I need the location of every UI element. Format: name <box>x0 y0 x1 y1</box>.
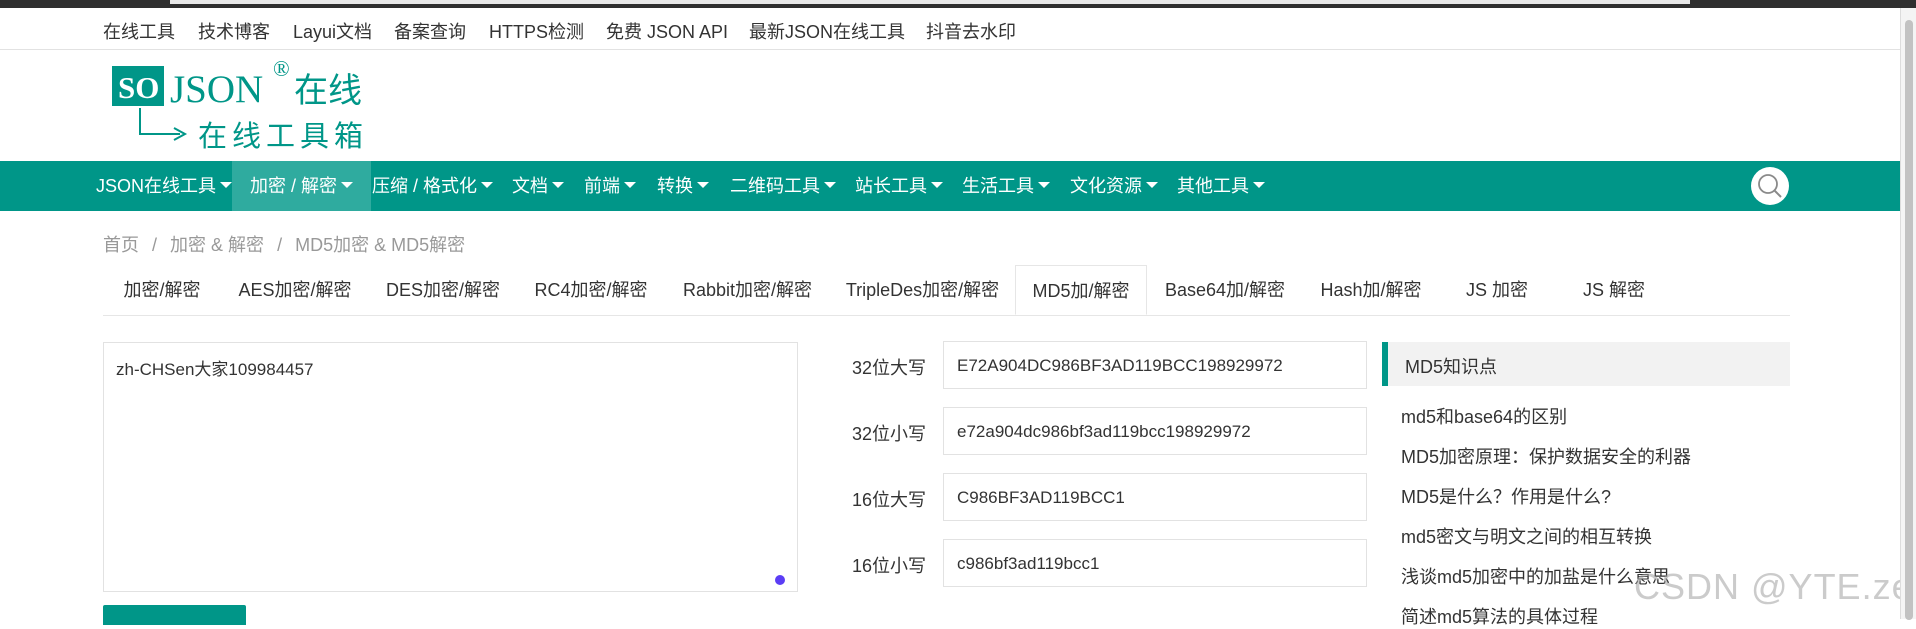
caret-down-icon <box>220 182 233 189</box>
sidebar-title: MD5知识点 <box>1405 357 1498 377</box>
nav-convert[interactable]: 转换 <box>657 161 709 211</box>
logo-name-text: JSON <box>170 68 263 111</box>
top-link-free-json-api[interactable]: 免费 JSON API <box>606 18 728 44</box>
caret-down-icon <box>1146 182 1158 189</box>
tab-base64[interactable]: Base64加/解密 <box>1147 265 1303 315</box>
top-link-tech-blog[interactable]: 技术博客 <box>198 18 270 44</box>
result-16-lower-value: c986bf3ad119bcc1 <box>957 554 1100 573</box>
tab-des[interactable]: DES加密/解密 <box>369 265 517 315</box>
top-link-online-tools[interactable]: 在线工具 <box>103 18 175 44</box>
top-link-https-check[interactable]: HTTPS检测 <box>489 18 584 44</box>
tab-aes[interactable]: AES加密/解密 <box>221 265 369 315</box>
tab-tripledes[interactable]: TripleDes加密/解密 <box>830 265 1015 315</box>
nav-life-tools[interactable]: 生活工具 <box>962 161 1050 211</box>
logo-badge-text: SO <box>118 70 159 105</box>
sidebar-link-md5-vs-base64[interactable]: md5和base64的区别 <box>1401 403 1567 429</box>
label-16-lower: 16位小写 <box>852 556 927 576</box>
caret-down-icon <box>697 182 709 189</box>
top-link-layui-docs[interactable]: Layui文档 <box>293 18 372 44</box>
nav-qrcode-tools[interactable]: 二维码工具 <box>730 161 836 211</box>
caret-down-icon <box>624 182 636 189</box>
search-icon <box>1758 174 1782 198</box>
caret-down-icon <box>931 182 943 189</box>
tool-tabs: 加密/解密 AES加密/解密 DES加密/解密 RC4加密/解密 Rabbit加… <box>103 265 1790 316</box>
result-16-upper-value: C986BF3AD119BCC1 <box>957 488 1125 507</box>
label-32-upper: 32位大写 <box>852 358 927 378</box>
logo-registered-mark: ® <box>273 58 290 81</box>
breadcrumb: 首页 / 加密 & 解密 / MD5加密 & MD5解密 <box>103 231 473 257</box>
sidebar-header: MD5知识点 <box>1382 342 1790 386</box>
plaintext-input[interactable]: zh-CHSen大家109984457 <box>103 342 798 592</box>
nav-culture-resources[interactable]: 文化资源 <box>1070 161 1158 211</box>
label-32-lower: 32位小写 <box>852 424 927 444</box>
caret-down-icon <box>1038 182 1050 189</box>
browser-top-strip <box>0 0 1916 8</box>
plaintext-input-value: zh-CHSen大家109984457 <box>116 360 314 379</box>
label-16-upper: 16位大写 <box>852 490 927 510</box>
result-32-upper-value: E72A904DC986BF3AD119BCC198929972 <box>957 356 1283 375</box>
sidebar-link-what-is-md5[interactable]: MD5是什么？作用是什么? <box>1401 483 1611 509</box>
top-link-icp-query[interactable]: 备案查询 <box>394 18 466 44</box>
tab-encrypt-decrypt[interactable]: 加密/解密 <box>103 265 221 315</box>
tab-js-decrypt[interactable]: JS 解密 <box>1555 265 1673 315</box>
breadcrumb-encrypt-decrypt[interactable]: 加密 & 解密 <box>170 235 264 255</box>
top-link-latest-json-tool[interactable]: 最新JSON在线工具 <box>749 18 905 44</box>
breadcrumb-separator: / <box>152 235 158 255</box>
breadcrumb-current: MD5加密 & MD5解密 <box>295 235 466 255</box>
input-indicator-dot <box>775 575 785 585</box>
result-16-lower-field[interactable]: c986bf3ad119bcc1 <box>943 539 1367 587</box>
breadcrumb-home[interactable]: 首页 <box>103 235 139 255</box>
sidebar-link-md5-algorithm[interactable]: 简述md5算法的具体过程 <box>1401 603 1598 629</box>
nav-other-tools[interactable]: 其他工具 <box>1177 161 1265 211</box>
sidebar-link-md5-principle[interactable]: MD5加密原理：保护数据安全的利器 <box>1401 443 1691 469</box>
caret-down-icon <box>1253 182 1265 189</box>
result-32-upper-field[interactable]: E72A904DC986BF3AD119BCC198929972 <box>943 341 1367 389</box>
result-32-lower-value: e72a904dc986bf3ad119bcc198929972 <box>957 422 1251 441</box>
caret-down-icon <box>341 182 354 189</box>
caret-down-icon <box>552 182 564 189</box>
main-nav-bar: JSON在线工具 加密 / 解密 压缩 / 格式化 文档 前端 转换 二维码工具… <box>0 161 1900 211</box>
top-link-bar: 在线工具 技术博客 Layui文档 备案查询 HTTPS检测 免费 JSON A… <box>0 8 1900 50</box>
sojson-logo[interactable]: SO JSON ® 在线 在线工具箱 <box>110 58 370 153</box>
sidebar-link-md5-conversion[interactable]: md5密文与明文之间的相互转换 <box>1401 523 1652 549</box>
scrollbar-thumb[interactable] <box>1905 20 1913 620</box>
sidebar-link-md5-salt[interactable]: 浅谈md5加密中的加盐是什么意思 <box>1401 563 1670 589</box>
tab-md5[interactable]: MD5加/解密 <box>1015 265 1147 315</box>
tab-rabbit[interactable]: Rabbit加密/解密 <box>665 265 830 315</box>
nav-json-tools[interactable]: JSON在线工具 <box>96 161 233 211</box>
nav-compress-format[interactable]: 压缩 / 格式化 <box>372 161 494 211</box>
nav-frontend[interactable]: 前端 <box>584 161 636 211</box>
caret-down-icon <box>824 182 836 189</box>
breadcrumb-separator: / <box>277 235 283 255</box>
nav-webmaster-tools[interactable]: 站长工具 <box>855 161 943 211</box>
logo-slogan-text: 在线工具箱 <box>198 119 368 153</box>
browser-top-strip-highlight <box>170 0 1690 4</box>
tab-rc4[interactable]: RC4加密/解密 <box>517 265 665 315</box>
result-16-upper-field[interactable]: C986BF3AD119BCC1 <box>943 473 1367 521</box>
result-32-lower-field[interactable]: e72a904dc986bf3ad119bcc198929972 <box>943 407 1367 455</box>
encrypt-button[interactable] <box>103 605 246 625</box>
top-link-douyin-watermark[interactable]: 抖音去水印 <box>926 18 1016 44</box>
nav-docs[interactable]: 文档 <box>512 161 564 211</box>
page-scrollbar[interactable] <box>1900 8 1916 620</box>
tab-js-encrypt[interactable]: JS 加密 <box>1439 265 1555 315</box>
tab-hash[interactable]: Hash加/解密 <box>1303 265 1439 315</box>
csdn-watermark: CSDN @YTE.zero <box>1634 566 1916 607</box>
caret-down-icon <box>481 182 494 189</box>
nav-encrypt-decrypt[interactable]: 加密 / 解密 <box>232 161 372 211</box>
logo-cn-text: 在线 <box>294 71 362 111</box>
search-button[interactable] <box>1751 167 1789 205</box>
